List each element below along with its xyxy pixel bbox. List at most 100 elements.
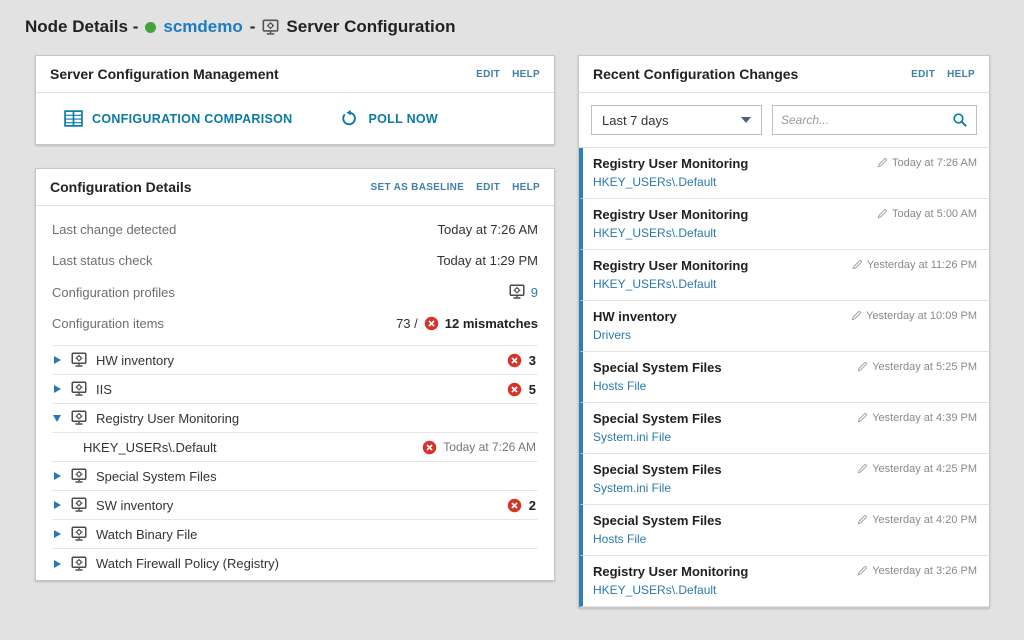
- field-label: Configuration profiles: [52, 285, 175, 300]
- expand-arrow-icon[interactable]: [52, 560, 62, 568]
- configuration-profile-icon: [71, 410, 87, 426]
- help-link[interactable]: HELP: [512, 182, 540, 193]
- change-item[interactable]: Special System Files Yesterday at 5:25 P…: [579, 352, 989, 403]
- expand-arrow-icon[interactable]: [52, 385, 62, 393]
- change-title: HW inventory: [593, 309, 677, 324]
- tree-item-label: IIS: [96, 382, 112, 397]
- field-configuration-profiles: Configuration profiles 9: [52, 276, 538, 308]
- change-subtitle-link[interactable]: System.ini File: [593, 481, 977, 495]
- poll-now-label: POLL NOW: [368, 112, 438, 126]
- tree-item-iis[interactable]: IIS 5: [52, 375, 538, 404]
- scm-card-body: CONFIGURATION COMPARISON POLL NOW: [36, 93, 554, 144]
- tree-item-sw-inventory[interactable]: SW inventory 2: [52, 491, 538, 520]
- mismatch-count: 12 mismatches: [445, 316, 538, 331]
- search-input[interactable]: [773, 113, 944, 127]
- expand-arrow-icon[interactable]: [52, 356, 62, 364]
- change-time: Yesterday at 11:26 PM: [852, 259, 977, 271]
- change-time-text: Yesterday at 4:39 PM: [872, 412, 977, 424]
- edit-link[interactable]: EDIT: [476, 182, 500, 193]
- change-item[interactable]: Registry User Monitoring Yesterday at 11…: [579, 250, 989, 301]
- tree-child-label: HKEY_USERs\.Default: [83, 440, 217, 455]
- change-subtitle-link[interactable]: HKEY_USERs\.Default: [593, 175, 977, 189]
- change-item[interactable]: Special System Files Yesterday at 4:25 P…: [579, 454, 989, 505]
- help-link[interactable]: HELP: [512, 69, 540, 80]
- change-time: Today at 7:26 AM: [877, 157, 977, 169]
- change-time: Yesterday at 4:39 PM: [857, 412, 977, 424]
- configuration-profile-icon: [71, 352, 87, 368]
- field-last-change-detected: Last change detected Today at 7:26 AM: [52, 214, 538, 245]
- tree-item-watch-binary-file[interactable]: Watch Binary File: [52, 520, 538, 549]
- help-link[interactable]: HELP: [947, 69, 975, 80]
- change-subtitle-link[interactable]: System.ini File: [593, 430, 977, 444]
- change-time: Yesterday at 10:09 PM: [851, 310, 977, 322]
- change-time-text: Today at 5:00 AM: [892, 208, 977, 220]
- collapse-arrow-icon[interactable]: [52, 415, 62, 422]
- change-subtitle-link[interactable]: Hosts File: [593, 379, 977, 393]
- search-icon: [952, 112, 968, 128]
- change-item[interactable]: Special System Files Yesterday at 4:39 P…: [579, 403, 989, 454]
- tree-child-time: Today at 7:26 AM: [422, 440, 538, 455]
- tree-item-watch-firewall-policy[interactable]: Watch Firewall Policy (Registry): [52, 549, 538, 578]
- mismatch-count: 5: [529, 382, 536, 397]
- expand-arrow-icon[interactable]: [52, 530, 62, 538]
- configuration-profile-icon: [71, 381, 87, 397]
- change-item[interactable]: HW inventory Yesterday at 10:09 PM Drive…: [579, 301, 989, 352]
- tree-item-hw-inventory[interactable]: HW inventory 3: [52, 346, 538, 375]
- change-subtitle-link[interactable]: HKEY_USERs\.Default: [593, 583, 977, 597]
- tree-child-hkey-users-default[interactable]: HKEY_USERs\.Default Today at 7:26 AM: [52, 433, 538, 462]
- changes-list: Registry User Monitoring Today at 7:26 A…: [579, 147, 989, 607]
- pencil-icon: [857, 361, 868, 372]
- change-item[interactable]: Registry User Monitoring Yesterday at 3:…: [579, 556, 989, 607]
- change-subtitle-link[interactable]: HKEY_USERs\.Default: [593, 226, 977, 240]
- field-label: Last change detected: [52, 222, 176, 237]
- page-title: Node Details - scmdemo - Server Configur…: [25, 17, 456, 37]
- field-configuration-items: Configuration items 73 / 12 mismatches: [52, 308, 538, 339]
- tree-item-label: Special System Files: [96, 469, 217, 484]
- expand-arrow-icon[interactable]: [52, 501, 62, 509]
- change-title: Registry User Monitoring: [593, 156, 748, 171]
- tree-item-label: Watch Firewall Policy (Registry): [96, 556, 279, 571]
- configuration-comparison-label: CONFIGURATION COMPARISON: [92, 112, 292, 126]
- tree-item-label: Registry User Monitoring: [96, 411, 239, 426]
- mismatch-icon: [507, 382, 522, 397]
- change-item[interactable]: Registry User Monitoring Today at 5:00 A…: [579, 199, 989, 250]
- mismatch-icon: [507, 498, 522, 513]
- field-value: 9: [509, 284, 538, 300]
- profiles-count-link[interactable]: 9: [531, 285, 538, 300]
- mismatch-icon: [422, 440, 437, 455]
- mismatch-time: Today at 7:26 AM: [443, 440, 536, 454]
- poll-now-button[interactable]: POLL NOW: [340, 110, 438, 127]
- change-time-text: Today at 7:26 AM: [892, 157, 977, 169]
- change-time-text: Yesterday at 4:25 PM: [872, 463, 977, 475]
- change-title: Special System Files: [593, 462, 722, 477]
- tree-item-registry-user-monitoring[interactable]: Registry User Monitoring: [52, 404, 538, 433]
- change-subtitle-link[interactable]: HKEY_USERs\.Default: [593, 277, 977, 291]
- change-time: Yesterday at 4:20 PM: [857, 514, 977, 526]
- node-name-link[interactable]: scmdemo: [163, 17, 242, 37]
- configuration-comparison-button[interactable]: CONFIGURATION COMPARISON: [64, 110, 292, 127]
- tree-item-label: HW inventory: [96, 353, 174, 368]
- change-time: Yesterday at 4:25 PM: [857, 463, 977, 475]
- time-range-dropdown[interactable]: Last 7 days: [591, 105, 762, 135]
- change-subtitle-link[interactable]: Drivers: [593, 328, 977, 342]
- card-links: EDIT HELP: [476, 69, 540, 80]
- field-value: 73 / 12 mismatches: [396, 316, 538, 331]
- search-box: [772, 105, 977, 135]
- pencil-icon: [857, 514, 868, 525]
- edit-link[interactable]: EDIT: [476, 69, 500, 80]
- configuration-profile-icon: [71, 468, 87, 484]
- edit-link[interactable]: EDIT: [911, 69, 935, 80]
- change-item[interactable]: Special System Files Yesterday at 4:20 P…: [579, 505, 989, 556]
- configuration-profiles-tree: HW inventory 3 IIS 5 Registry User Monit: [52, 345, 538, 578]
- change-time-text: Yesterday at 11:26 PM: [867, 259, 977, 271]
- expand-arrow-icon[interactable]: [52, 472, 62, 480]
- changes-filter-row: Last 7 days: [579, 93, 989, 147]
- mismatch-count-badge: 2: [507, 498, 538, 513]
- change-subtitle-link[interactable]: Hosts File: [593, 532, 977, 546]
- search-button[interactable]: [944, 106, 976, 134]
- mismatch-icon: [507, 353, 522, 368]
- set-as-baseline-link[interactable]: SET AS BASELINE: [371, 182, 465, 193]
- change-item[interactable]: Registry User Monitoring Today at 7:26 A…: [579, 148, 989, 199]
- tree-item-special-system-files[interactable]: Special System Files: [52, 462, 538, 491]
- card-header: Configuration Details SET AS BASELINE ED…: [36, 169, 554, 206]
